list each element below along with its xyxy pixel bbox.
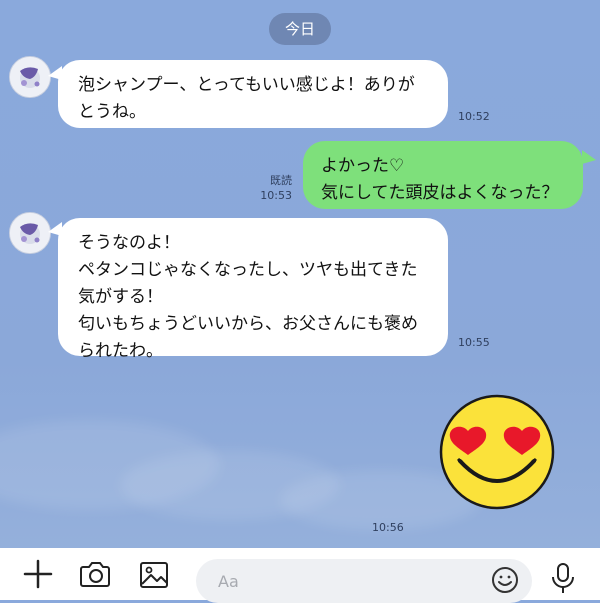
message-time: 10:53 — [260, 189, 292, 202]
bubble-tail — [582, 150, 596, 164]
contact-avatar[interactable] — [9, 56, 51, 98]
contact-avatar[interactable] — [9, 212, 51, 254]
avatar-image — [10, 213, 50, 253]
image-icon[interactable] — [136, 556, 172, 592]
read-receipt: 既読 10:53 — [250, 173, 292, 203]
message-bubble-incoming[interactable]: 泡シャンプー、とってもいい感じよ！ありが とうね。 — [58, 60, 448, 128]
message-bubble-outgoing[interactable]: よかった♡ 気にしてた頭皮はよくなった？ — [303, 141, 583, 209]
message-time: 10:56 — [372, 521, 404, 534]
heart-eyes-smiley-sticker[interactable] — [438, 393, 556, 511]
camera-icon[interactable] — [77, 556, 113, 592]
plus-icon[interactable] — [20, 556, 56, 592]
message-time: 10:52 — [458, 110, 490, 123]
message-time: 10:55 — [458, 336, 490, 349]
chat-area[interactable]: 今日 泡シャンプー、とってもいい感じよ！ありが とうね。 10:52 既読 10… — [0, 0, 600, 548]
date-divider: 今日 — [269, 13, 331, 45]
message-bubble-incoming[interactable]: そうなのよ！ ペタンコじゃなくなったし、ツヤも出てきた 気がする！ 匂いもちょう… — [58, 218, 448, 361]
message-input[interactable] — [196, 559, 532, 603]
smiley-icon[interactable] — [487, 562, 523, 598]
read-label: 既読 — [270, 174, 292, 187]
microphone-icon[interactable] — [545, 560, 581, 596]
avatar-image — [10, 57, 50, 97]
